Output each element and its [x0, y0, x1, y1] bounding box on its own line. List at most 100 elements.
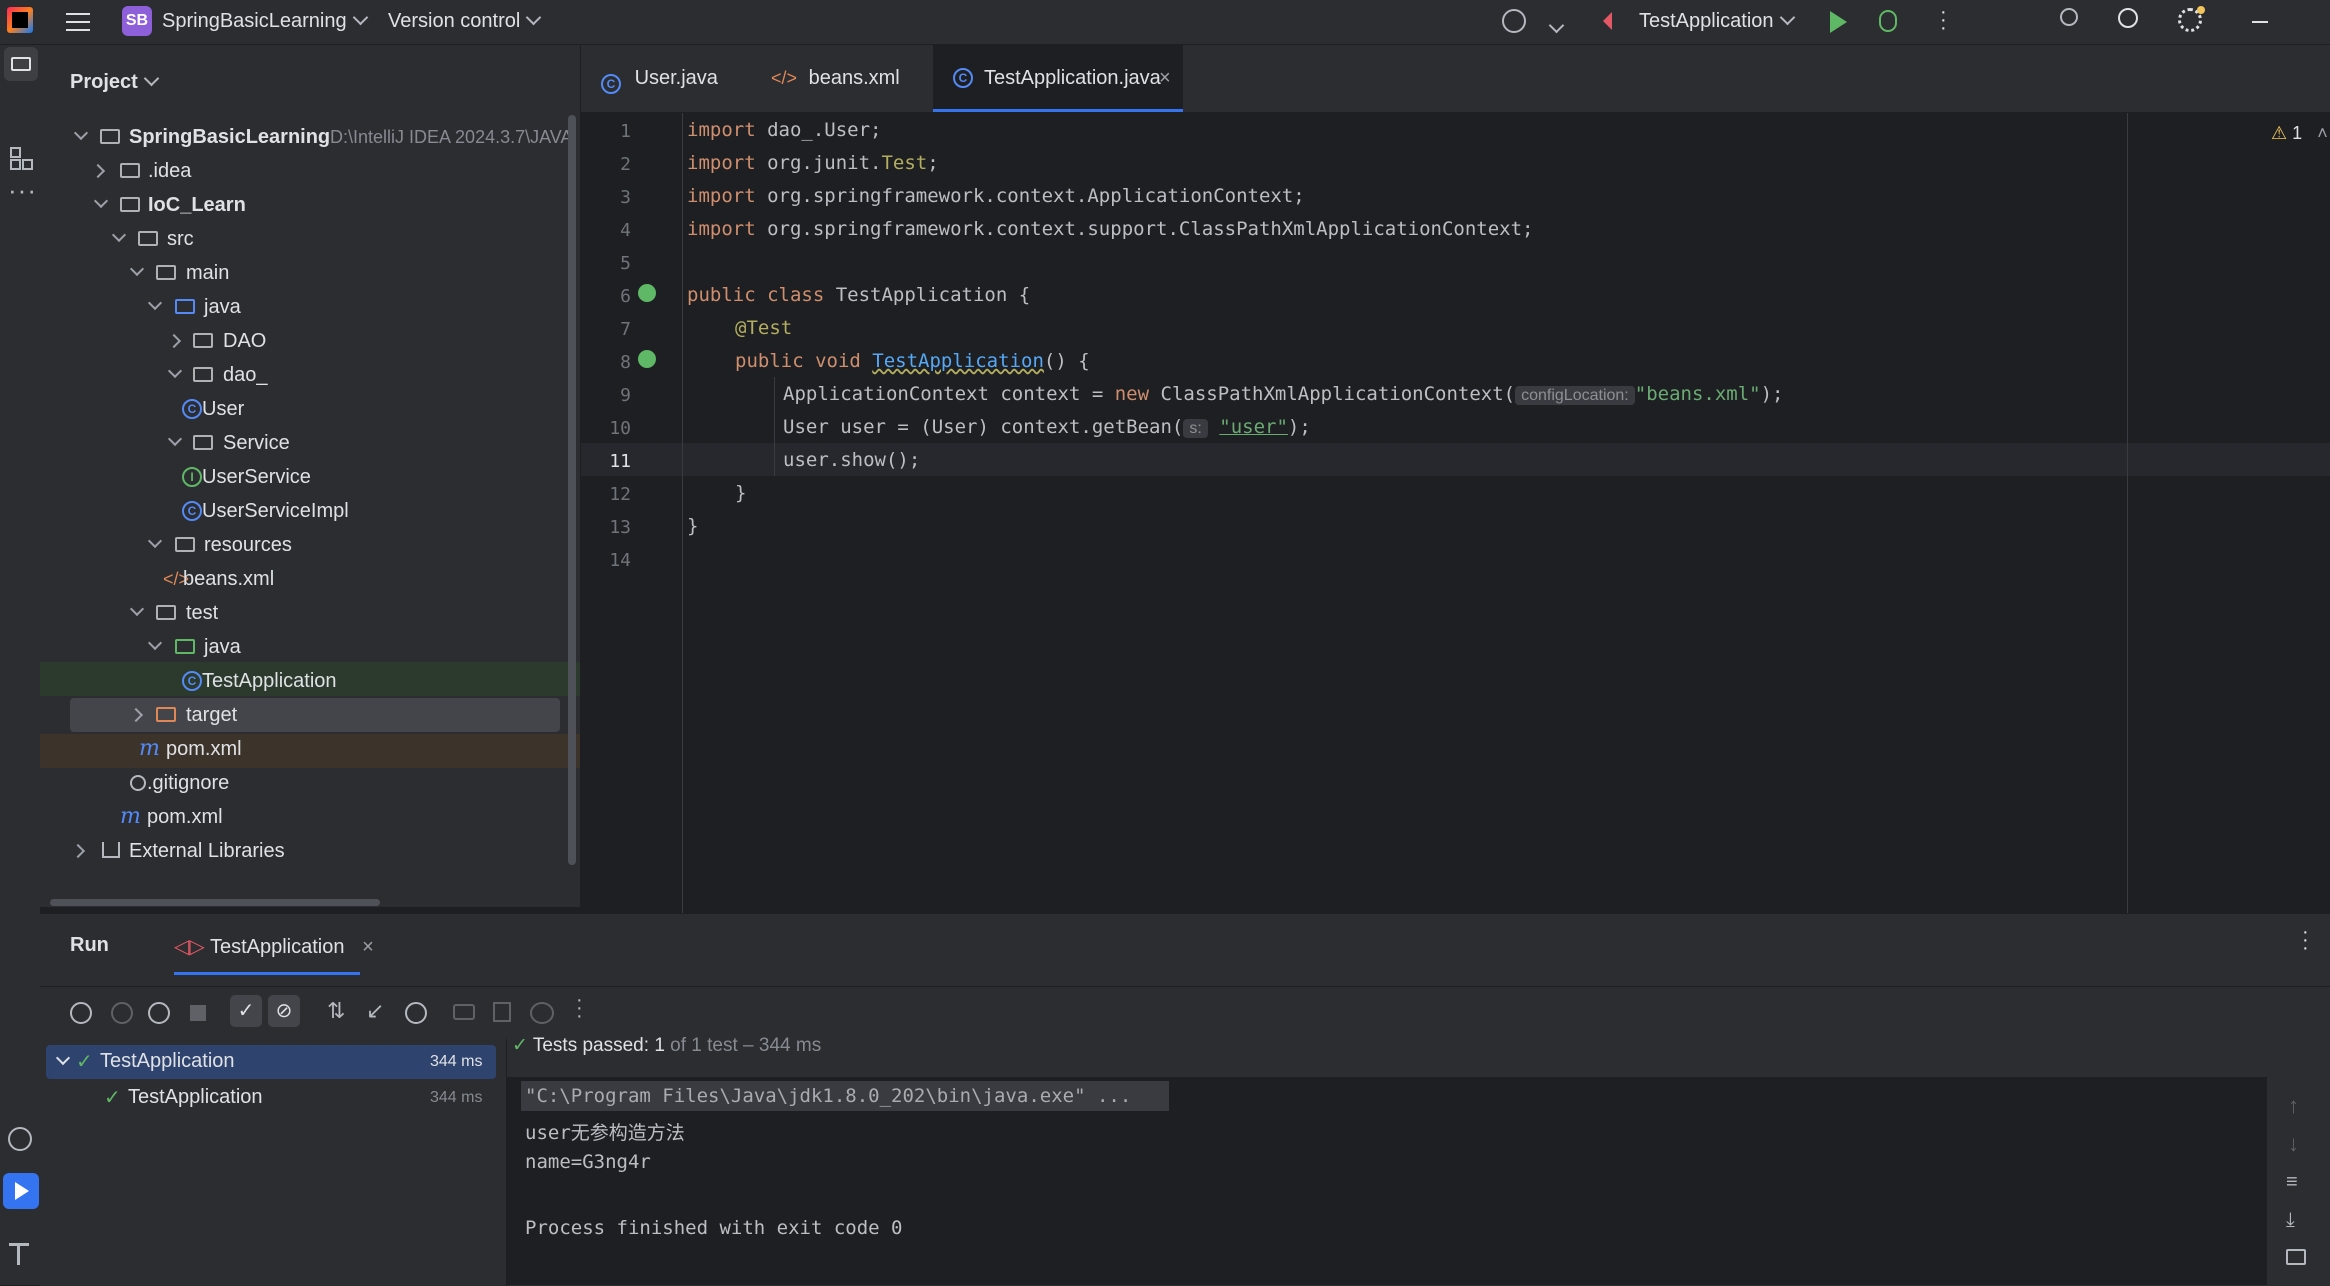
rerun-icon[interactable] [70, 1002, 92, 1024]
chevron-right-icon[interactable] [166, 333, 182, 349]
code-with-me-icon[interactable] [2060, 8, 2078, 26]
soft-wrap-icon[interactable]: ≡ [2286, 1171, 2298, 1194]
collapse-all-icon[interactable]: ↙ [366, 998, 384, 1024]
tab-user-java[interactable]: C User.java [601, 45, 718, 112]
run-icon[interactable] [1830, 11, 1847, 33]
chevron-right-icon[interactable] [128, 707, 144, 723]
tree-item-test[interactable]: test [40, 596, 560, 630]
tree-item-pom-module[interactable]: m pom.xml [40, 732, 560, 766]
structure-tool-icon[interactable] [10, 147, 33, 170]
chevron-down-icon[interactable] [73, 125, 89, 141]
tree-item-src[interactable]: src [40, 222, 560, 256]
import-tests-icon[interactable] [493, 1002, 511, 1022]
more-tools-icon[interactable]: ··· [8, 175, 37, 206]
tree-item-pom-root[interactable]: m pom.xml [40, 800, 560, 834]
chevron-right-icon[interactable] [90, 163, 106, 179]
show-passed-icon[interactable]: ✓ [230, 995, 262, 1027]
vcs-menu[interactable]: Version control [388, 9, 542, 33]
run-tab-testapplication[interactable]: ◁▷ TestApplication × [174, 934, 374, 959]
chevron-down-icon[interactable] [147, 295, 163, 311]
tree-item-main[interactable]: main [40, 256, 560, 290]
intellij-logo-icon[interactable] [7, 7, 33, 33]
chevron-down-icon[interactable] [147, 533, 163, 549]
tab-testapplication-java[interactable]: C TestApplication.java × [933, 45, 1183, 112]
test-row-selected[interactable]: ✓ TestApplication 344 ms [46, 1045, 496, 1079]
tree-item-userservice[interactable]: I UserService [40, 460, 560, 494]
line-number: 7 [620, 319, 631, 340]
test-row[interactable]: ✓ TestApplication 344 ms [46, 1081, 496, 1115]
chevron-right-icon[interactable] [70, 843, 86, 859]
tree-item-external-libraries[interactable]: External Libraries [40, 834, 560, 868]
run-test-gutter-icon[interactable] [638, 284, 656, 302]
main-menu-icon[interactable] [66, 11, 90, 31]
chevron-down-icon[interactable] [93, 193, 109, 209]
console-output[interactable]: "C:\Program Files\Java\jdk1.8.0_202\bin\… [507, 1077, 2267, 1285]
project-badge[interactable]: SB [122, 6, 152, 36]
toggle-auto-test-icon[interactable] [148, 1002, 170, 1024]
chevron-down-icon[interactable] [55, 1050, 71, 1066]
line-number: 4 [620, 220, 631, 241]
tree-item-test-java[interactable]: java [40, 630, 560, 664]
arrow-up-icon[interactable]: ↑ [2288, 1093, 2299, 1119]
project-horizontal-scrollbar[interactable] [50, 899, 380, 906]
close-icon[interactable]: × [362, 936, 374, 958]
project-tool-icon[interactable] [4, 47, 38, 81]
tree-item-idea[interactable]: .idea [40, 154, 560, 188]
chevron-down-icon[interactable] [1548, 17, 1565, 34]
code-editor[interactable]: ⚠ 1 ˄ 1 2 3 4 5 6 7 8 9 10 11 12 13 14 i… [581, 113, 2330, 913]
run-tool-icon[interactable] [3, 1173, 39, 1209]
sort-icon[interactable]: ⇅ [327, 998, 345, 1024]
search-icon[interactable] [2118, 8, 2138, 28]
stop-icon[interactable] [190, 1005, 206, 1021]
build-tool-icon[interactable] [9, 1243, 29, 1268]
warning-indicator[interactable]: ⚠ 1 ˄ [2271, 123, 2328, 144]
chevron-down-icon[interactable] [167, 363, 183, 379]
services-tool-icon[interactable] [8, 1127, 32, 1151]
tab-beans-xml[interactable]: </> beans.xml [771, 45, 900, 112]
tree-item-gitignore[interactable]: .gitignore [40, 766, 560, 800]
tree-item-userserviceimpl[interactable]: C UserServiceImpl [40, 494, 560, 528]
tree-item-resources[interactable]: resources [40, 528, 560, 562]
chevron-down-icon[interactable] [129, 601, 145, 617]
project-panel-header[interactable]: Project [70, 70, 160, 94]
profiler-icon[interactable] [1502, 9, 1526, 33]
tree-item-service[interactable]: Service [40, 426, 560, 460]
show-ignored-icon[interactable]: ⊘ [268, 995, 300, 1027]
tree-item-dao[interactable]: dao_ [40, 358, 560, 392]
tree-item-target[interactable]: target [40, 698, 560, 732]
scroll-to-end-icon[interactable]: ⤓ [2286, 1209, 2295, 1232]
test-history-icon[interactable] [405, 1002, 427, 1024]
chevron-down-icon[interactable] [129, 261, 145, 277]
arrow-down-icon[interactable]: ↓ [2288, 1131, 2299, 1157]
coverage-icon[interactable] [530, 1002, 554, 1024]
tree-item-ioc-learn[interactable]: IoC_Learn [40, 188, 560, 222]
run-config-selector[interactable]: TestApplication [1639, 9, 1795, 33]
print-icon[interactable] [2286, 1249, 2306, 1265]
project-switcher[interactable]: SpringBasicLearning [162, 9, 368, 33]
tree-item-main-java[interactable]: java [40, 290, 560, 324]
tree-item-user[interactable]: C User [40, 392, 560, 426]
tab-label: TestApplication.java [984, 67, 1161, 89]
minimize-icon[interactable] [2252, 21, 2268, 23]
project-vertical-scrollbar[interactable] [568, 115, 576, 865]
screenshot-icon[interactable] [453, 1004, 475, 1020]
chevron-down-icon[interactable] [147, 635, 163, 651]
chevron-down-icon[interactable] [111, 227, 127, 243]
line-number: 2 [620, 154, 631, 175]
debug-icon[interactable] [1879, 10, 1897, 32]
run-panel-title: Run [70, 934, 109, 956]
run-test-gutter-icon[interactable] [638, 350, 656, 368]
rerun-failed-icon[interactable] [111, 1002, 133, 1024]
code-line: } [735, 482, 747, 504]
tree-item-root[interactable]: SpringBasicLearning D:\IntelliJ IDEA 202… [40, 120, 572, 154]
chevron-down-icon[interactable] [167, 431, 183, 447]
tree-item-label: SpringBasicLearning [129, 126, 331, 148]
close-icon[interactable]: × [1159, 45, 1171, 112]
tree-item-testapplication[interactable]: C TestApplication [40, 664, 560, 698]
more-icon[interactable]: · · · [576, 990, 583, 1026]
tree-item-dao-upper[interactable]: DAO [40, 324, 560, 358]
tree-item-beans-xml[interactable]: </> beans.xml [40, 562, 560, 596]
run-options-icon[interactable]: · · · [2302, 922, 2309, 958]
more-actions-icon[interactable]: · · · [1940, 2, 1947, 38]
chevron-up-icon[interactable]: ˄ [2317, 123, 2328, 143]
